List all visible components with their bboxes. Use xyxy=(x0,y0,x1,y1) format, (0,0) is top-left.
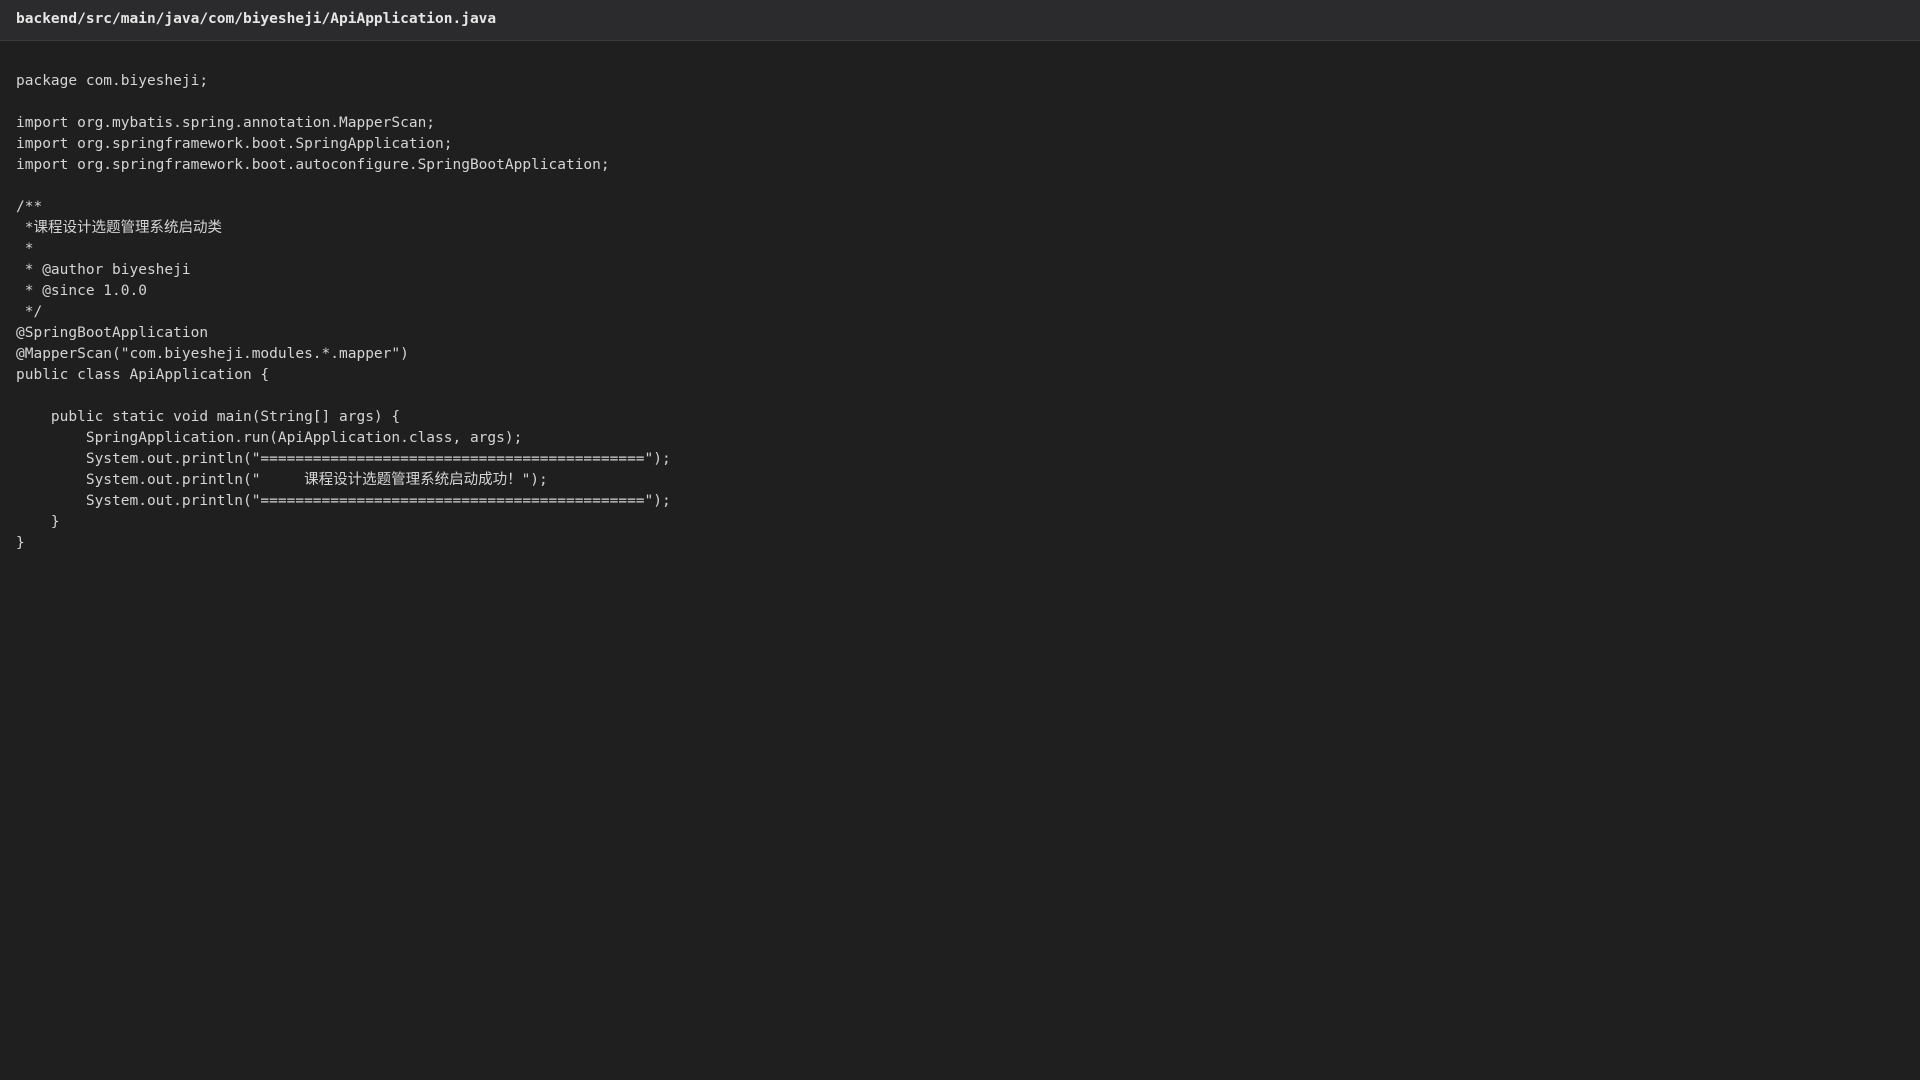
code-line: System.out.println("====================… xyxy=(16,493,671,509)
code-line: } xyxy=(16,535,25,551)
code-line: import org.springframework.boot.autoconf… xyxy=(16,157,610,173)
code-line: SpringApplication.run(ApiApplication.cla… xyxy=(16,430,523,446)
code-line: System.out.println(" 课程设计选题管理系统启动成功！"); xyxy=(16,472,548,488)
code-line: package com.biyesheji; xyxy=(16,73,209,89)
file-header: backend/src/main/java/com/biyesheji/ApiA… xyxy=(0,0,1920,41)
code-line: @SpringBootApplication xyxy=(16,325,209,341)
code-line: * @since 1.0.0 xyxy=(16,283,147,299)
code-line: * @author biyesheji xyxy=(16,262,191,278)
code-line: import org.mybatis.spring.annotation.Map… xyxy=(16,115,436,131)
code-line: public class ApiApplication { xyxy=(16,367,270,383)
code-line: * xyxy=(16,241,34,257)
code-view[interactable]: package com.biyesheji; import org.mybati… xyxy=(16,71,1896,554)
code-line: *课程设计选题管理系统启动类 xyxy=(16,220,222,236)
code-line: @MapperScan("com.biyesheji.modules.*.map… xyxy=(16,346,409,362)
code-line: } xyxy=(16,514,60,530)
code-line: import org.springframework.boot.SpringAp… xyxy=(16,136,453,152)
code-line: /** xyxy=(16,199,43,215)
code-line: System.out.println("====================… xyxy=(16,451,671,467)
file-path: backend/src/main/java/com/biyesheji/ApiA… xyxy=(16,11,497,27)
code-line: public static void main(String[] args) { xyxy=(16,409,401,425)
code-line: */ xyxy=(16,304,43,320)
